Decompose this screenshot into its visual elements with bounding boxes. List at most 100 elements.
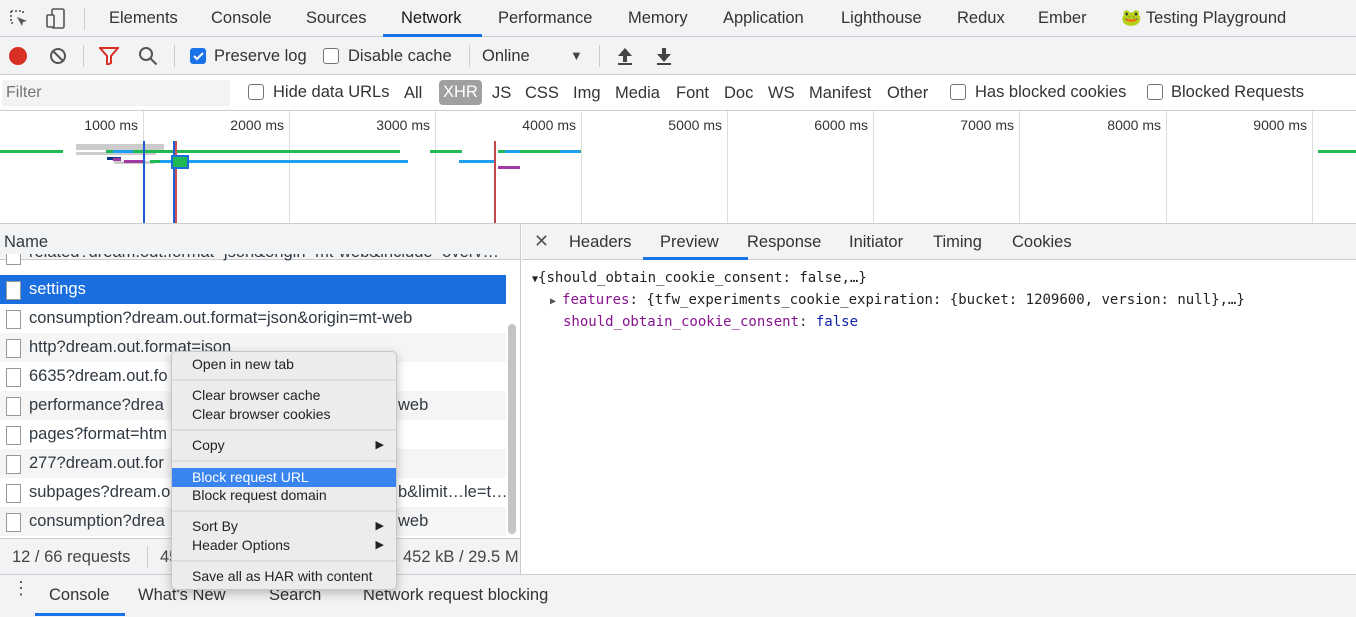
tab-performance[interactable]: Performance — [498, 9, 592, 28]
type-filter-font[interactable]: Font — [676, 84, 709, 103]
export-har-icon[interactable] — [655, 46, 673, 66]
tab-elements[interactable]: Elements — [109, 9, 178, 28]
menu-copy[interactable]: Copy ▶ — [172, 436, 396, 455]
request-row[interactable]: related?dream.out.format=json&origin=mt-… — [0, 254, 506, 275]
network-toolbar: Preserve log Disable cache Online ▼ — [0, 37, 1356, 75]
timeline-bar — [150, 160, 160, 163]
tab-redux[interactable]: Redux — [957, 9, 1005, 28]
file-icon — [6, 397, 21, 416]
file-icon — [6, 426, 21, 445]
menu-sort-by[interactable]: Sort By ▶ — [172, 517, 396, 536]
detail-tab-bar: ✕ Headers Preview Response Initiator Tim… — [522, 224, 1356, 260]
disable-cache-label: Disable cache — [348, 47, 452, 65]
grid-line — [1312, 111, 1313, 223]
resources-size: 452 kB / 29.5 M — [403, 548, 519, 566]
filter-input[interactable] — [2, 80, 230, 106]
file-icon — [6, 455, 21, 474]
tick-label: 6000 ms — [814, 117, 868, 133]
type-filter-ws[interactable]: WS — [768, 84, 795, 103]
type-filter-media[interactable]: Media — [615, 84, 660, 103]
hide-data-urls-checkbox[interactable] — [248, 84, 264, 100]
has-blocked-cookies-label: Has blocked cookies — [975, 83, 1127, 101]
request-row[interactable]: consumption?dream.out.format=json&origin… — [0, 304, 506, 333]
request-name: consumption?dream.out.format=json&origin… — [29, 309, 413, 327]
clear-icon[interactable] — [49, 47, 67, 65]
features-key: features — [562, 292, 630, 308]
type-filter-css[interactable]: CSS — [525, 84, 559, 103]
request-name-tail: web — [398, 512, 429, 530]
json-root[interactable]: ▼{should_obtain_cookie_consent: false,…} — [532, 270, 867, 286]
blocked-requests-checkbox[interactable] — [1147, 84, 1163, 100]
has-blocked-cookies-checkbox[interactable] — [950, 84, 966, 100]
more-options-icon[interactable]: ⋮ — [12, 579, 30, 597]
timing-marker — [175, 141, 177, 223]
import-har-icon[interactable] — [616, 46, 634, 66]
submenu-arrow-icon: ▶ — [375, 520, 384, 532]
preserve-log-checkbox[interactable] — [190, 48, 206, 64]
filter-icon[interactable] — [99, 47, 119, 65]
tab-memory[interactable]: Memory — [628, 9, 688, 28]
tab-preview[interactable]: Preview — [660, 233, 719, 252]
disable-cache-checkbox[interactable] — [323, 48, 339, 64]
menu-block-request-url[interactable]: Block request URL — [172, 468, 396, 487]
menu-clear-browser-cookies[interactable]: Clear browser cookies — [172, 405, 396, 424]
request-name: 6635?dream.out.fo — [29, 367, 168, 385]
active-drawer-tab-indicator — [35, 613, 125, 616]
tab-lighthouse[interactable]: Lighthouse — [841, 9, 922, 28]
collapsed-triangle-icon: ▶ — [550, 296, 563, 307]
device-toolbar-icon[interactable] — [44, 7, 68, 31]
tab-initiator[interactable]: Initiator — [849, 233, 903, 252]
file-icon — [6, 310, 21, 329]
menu-block-request-domain[interactable]: Block request domain — [172, 486, 396, 505]
tab-cookies[interactable]: Cookies — [1012, 233, 1072, 252]
throttling-select[interactable]: Online ▼ — [482, 45, 586, 67]
grid-line — [873, 111, 874, 223]
tab-sources[interactable]: Sources — [306, 9, 367, 28]
menu-clear-browser-cache[interactable]: Clear browser cache — [172, 386, 396, 405]
file-icon — [6, 368, 21, 387]
grid-line — [289, 111, 290, 223]
type-filter-all[interactable]: All — [404, 84, 422, 103]
tick-label: 2000 ms — [230, 117, 284, 133]
request-name: subpages?dream.o — [29, 483, 171, 501]
type-filter-xhr[interactable]: XHR — [439, 80, 482, 105]
request-name: pages?format=htm — [29, 425, 168, 443]
requests-scrollbar[interactable] — [508, 324, 516, 534]
features-value: {tfw_experiments_cookie_expiration: {buc… — [646, 292, 1245, 308]
throttling-value: Online — [482, 47, 530, 65]
close-icon[interactable]: ✕ — [534, 231, 549, 252]
drawer-tab-console[interactable]: Console — [49, 586, 110, 605]
tab-application[interactable]: Application — [723, 9, 804, 28]
tick-label: 3000 ms — [376, 117, 430, 133]
tab-timing[interactable]: Timing — [933, 233, 982, 252]
type-filter-js[interactable]: JS — [492, 84, 511, 103]
tab-ember[interactable]: Ember — [1038, 9, 1087, 28]
timing-marker — [494, 141, 496, 223]
tab-testing-playground[interactable]: 🐸 Testing Playground — [1121, 9, 1286, 28]
request-row[interactable]: settings — [0, 275, 506, 304]
request-name: consumption?drea — [29, 512, 165, 530]
search-icon[interactable] — [138, 46, 158, 66]
json-features[interactable]: ▶ features: {tfw_experiments_cookie_expi… — [550, 292, 1245, 308]
tick-label: 4000 ms — [522, 117, 576, 133]
tab-headers[interactable]: Headers — [569, 233, 631, 252]
type-filter-manifest[interactable]: Manifest — [809, 84, 871, 103]
grid-line — [1166, 111, 1167, 223]
tick-label: 5000 ms — [668, 117, 722, 133]
submenu-arrow-icon: ▶ — [375, 439, 384, 451]
grid-line — [581, 111, 582, 223]
type-filter-doc[interactable]: Doc — [724, 84, 753, 103]
menu-open-in-new-tab[interactable]: Open in new tab — [172, 355, 396, 374]
inspect-element-icon[interactable] — [8, 8, 30, 30]
network-overview-timeline[interactable]: 1000 ms 2000 ms 3000 ms 4000 ms 5000 ms 6000 … — [0, 111, 1356, 224]
type-filter-other[interactable]: Other — [887, 84, 928, 103]
hide-data-urls-label: Hide data URLs — [273, 83, 390, 101]
type-filter-img[interactable]: Img — [573, 84, 601, 103]
tab-network[interactable]: Network — [401, 9, 462, 28]
menu-save-all-as-har[interactable]: Save all as HAR with content — [172, 567, 396, 586]
tab-console[interactable]: Console — [211, 9, 272, 28]
menu-header-options[interactable]: Header Options ▶ — [172, 536, 396, 555]
file-icon — [6, 484, 21, 503]
tab-response[interactable]: Response — [747, 233, 821, 252]
record-icon[interactable] — [9, 47, 27, 65]
